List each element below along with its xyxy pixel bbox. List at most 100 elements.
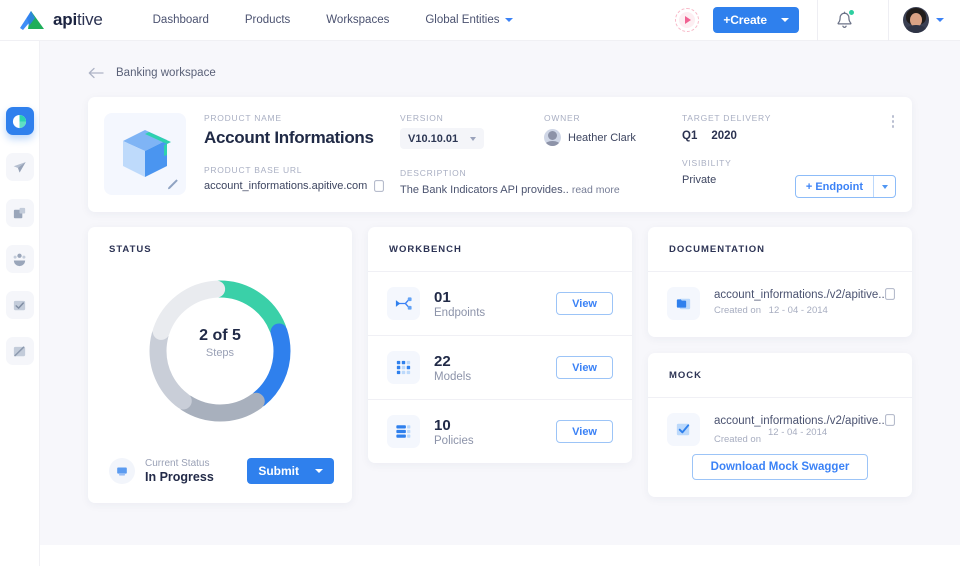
product-base-url-value: account_informations.apitive.com xyxy=(204,180,368,192)
product-summary-card: PRODUCT NAME Account Informations PRODUC… xyxy=(88,97,912,212)
download-mock-swagger-button[interactable]: Download Mock Swagger xyxy=(691,454,869,480)
apitive-logo-icon xyxy=(18,8,48,32)
current-status-value: In Progress xyxy=(145,470,214,484)
view-policies-button[interactable]: View xyxy=(556,420,613,443)
product-name-label: PRODUCT NAME xyxy=(204,113,282,123)
app-root: apitive Dashboard Products Workspaces Gl… xyxy=(0,0,960,566)
product-more-menu[interactable] xyxy=(890,113,897,130)
submit-button[interactable]: Submit xyxy=(247,458,334,484)
mock-card-title: MOCK xyxy=(669,370,703,381)
policies-label: Policies xyxy=(434,434,474,447)
owner-row: Heather Clark xyxy=(544,129,682,146)
copy-icon[interactable] xyxy=(885,414,895,426)
documentation-card: DOCUMENTATION account_informations./v2/a… xyxy=(648,227,912,337)
mock-check-icon xyxy=(667,413,700,446)
documentation-created-label: Created on xyxy=(714,305,762,316)
workbench-policies-text: 10 Policies xyxy=(434,417,474,447)
status-footer: Current Status In Progress Submit xyxy=(109,458,334,484)
product-target-label: TARGET DELIVERY xyxy=(682,113,772,123)
owner-avatar xyxy=(544,129,561,146)
view-models-button[interactable]: View xyxy=(556,356,613,379)
version-select[interactable]: V10.10.01 xyxy=(400,128,485,149)
product-description-label: DESCRIPTION xyxy=(400,168,467,178)
status-card: STATUS 2 of 5 Steps Current Status In Pr… xyxy=(88,227,352,503)
rail-item-checklist[interactable] xyxy=(5,291,34,319)
notifications-button[interactable] xyxy=(818,0,870,41)
chevron-down-icon xyxy=(470,136,477,141)
workbench-card-title: WORKBENCH xyxy=(389,244,462,255)
nav-link-global-entities-label: Global Entities xyxy=(425,14,500,26)
workbench-row-endpoints: 01 Endpoints View xyxy=(368,272,632,335)
add-endpoint-dropdown[interactable] xyxy=(873,176,895,197)
brand-light: tive xyxy=(76,10,103,29)
documentation-row: account_informations./v2/apitive.. Creat… xyxy=(648,272,912,337)
nav-divider-2 xyxy=(888,0,889,41)
target-delivery-row: Q1 2020 xyxy=(682,130,832,142)
brand-bold: api xyxy=(53,10,77,29)
workbench-row-policies: 10 Policies View xyxy=(368,400,632,463)
breadcrumb[interactable]: Banking workspace xyxy=(88,67,216,79)
workbench-row-models: 22 Models View xyxy=(368,336,632,399)
status-donut-chart: 2 of 5 Steps xyxy=(88,275,352,427)
chevron-down-icon xyxy=(315,469,323,473)
product-card-row: PRODUCT NAME Account Informations PRODUC… xyxy=(40,97,960,212)
create-button-label: +Create xyxy=(723,13,767,27)
documentation-created-date: 12 - 04 - 2014 xyxy=(768,305,828,316)
nav-right-group: +Create xyxy=(675,0,960,41)
right-column: DOCUMENTATION account_informations./v2/a… xyxy=(648,227,912,497)
nav-link-workspaces[interactable]: Workspaces xyxy=(326,14,389,26)
brand-logo[interactable]: apitive xyxy=(18,8,103,32)
add-endpoint-button[interactable]: + Endpoint xyxy=(794,175,896,198)
copy-icon[interactable] xyxy=(885,288,895,300)
documentation-file-icon xyxy=(667,287,700,320)
chevron-down-icon xyxy=(781,18,789,22)
workbench-models-text: 22 Models xyxy=(434,353,471,383)
submit-button-label: Submit xyxy=(258,464,299,478)
models-grid-icon xyxy=(387,351,420,384)
nav-link-dashboard[interactable]: Dashboard xyxy=(153,14,209,26)
avatar-body xyxy=(905,25,927,33)
view-endpoints-button[interactable]: View xyxy=(556,292,613,315)
mock-text-block: account_informations./v2/apitive.. Creat… xyxy=(714,413,885,445)
status-text-block: Current Status In Progress xyxy=(145,458,214,484)
brand-name: apitive xyxy=(53,10,103,30)
policies-list-icon xyxy=(387,415,420,448)
nav-link-workspaces-label: Workspaces xyxy=(326,14,390,26)
create-button[interactable]: +Create xyxy=(713,7,799,33)
paper-plane-icon xyxy=(13,161,26,172)
play-inner xyxy=(679,12,696,28)
pencil-icon xyxy=(167,179,178,190)
team-icon xyxy=(13,253,26,266)
product-thumbnail[interactable] xyxy=(104,113,186,195)
product-version-label: VERSION xyxy=(400,113,444,123)
documentation-card-title: DOCUMENTATION xyxy=(669,244,766,255)
donut-value: 2 of 5 xyxy=(199,327,241,344)
policies-count: 10 xyxy=(434,416,451,434)
rail-item-modules[interactable] xyxy=(5,199,34,227)
nav-link-products[interactable]: Products xyxy=(245,14,290,26)
rail-item-dashboard[interactable] xyxy=(5,107,34,135)
donut-label: Steps xyxy=(205,347,235,359)
main-nav-links: Dashboard Products Workspaces Global Ent… xyxy=(153,14,513,26)
rail-item-edit[interactable] xyxy=(5,337,34,365)
mock-card: MOCK account_informations./v2/apitive.. xyxy=(648,353,912,497)
donut-center-text: 2 of 5 Steps xyxy=(88,327,352,359)
product-owner-block: OWNER Heather Clark xyxy=(544,113,682,196)
product-visibility-label: VISIBILITY xyxy=(682,158,732,168)
nav-link-global-entities[interactable]: Global Entities xyxy=(425,14,513,26)
models-count: 22 xyxy=(434,352,451,370)
endpoints-count: 01 xyxy=(434,288,451,306)
workbench-endpoints-text: 01 Endpoints xyxy=(434,289,485,319)
copy-icon[interactable] xyxy=(374,180,385,192)
dashboard-pie-icon xyxy=(12,114,27,128)
mock-file-name: account_informations./v2/apitive.. xyxy=(714,415,885,427)
rail-item-send[interactable] xyxy=(5,153,34,181)
user-menu[interactable] xyxy=(903,7,944,33)
play-circle-icon[interactable] xyxy=(675,8,700,32)
main-content: Banking workspace PRODUCT NAME Account I… xyxy=(40,41,960,545)
chevron-down-icon xyxy=(504,18,513,22)
documentation-created: Created on 12 - 04 - 2014 xyxy=(714,305,885,316)
documentation-file-name: account_informations./v2/apitive.. xyxy=(714,289,885,301)
target-year: 2020 xyxy=(711,130,737,142)
rail-item-team[interactable] xyxy=(5,245,34,273)
